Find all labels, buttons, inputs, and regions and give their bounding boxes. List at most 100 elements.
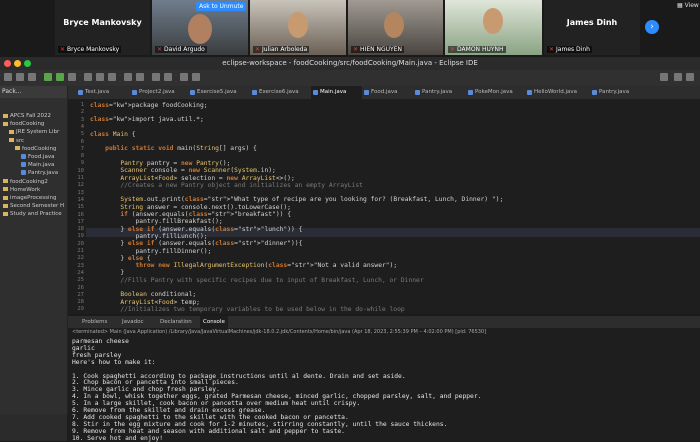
status-area [0, 414, 67, 441]
coverage-icon[interactable] [68, 73, 76, 81]
new-java-project-icon[interactable] [84, 73, 92, 81]
code-line: Pantry pantry = new Pantry(); [120, 159, 231, 167]
new-icon[interactable] [4, 73, 12, 81]
save-icon[interactable] [16, 73, 24, 81]
tree-item[interactable]: src [9, 137, 24, 145]
close-window-icon[interactable] [4, 60, 11, 67]
tree-item-label: foodCooking [22, 145, 57, 152]
tree-item-label: Study and Practice [10, 211, 62, 218]
code-line: pantry.fillLunch(); [90, 232, 208, 240]
tree-item[interactable]: Main.java [21, 161, 54, 169]
editor-tab[interactable]: Exercise6.java [250, 86, 311, 99]
tree-item[interactable]: foodCooking2 [3, 178, 48, 186]
folder-icon [3, 179, 8, 184]
editor-tab-label: Pantry.java [599, 89, 630, 95]
editor-tab[interactable]: Project2.java [130, 86, 188, 99]
java-file-icon [190, 90, 195, 95]
tree-item[interactable]: Food.java [21, 153, 54, 161]
search-icon[interactable] [660, 73, 668, 81]
forward-icon[interactable] [192, 73, 200, 81]
tree-item[interactable]: imageProcessing [3, 194, 57, 202]
perspective-icon[interactable] [674, 73, 682, 81]
java-file-icon [313, 90, 318, 95]
tree-item[interactable]: JRE System Libr [9, 128, 59, 136]
participant-video [188, 14, 212, 44]
run-icon[interactable] [56, 73, 64, 81]
panel-tab[interactable]: Problems [82, 316, 107, 328]
chevron-right-icon[interactable]: › [645, 20, 659, 34]
panel-tab[interactable]: Console [200, 316, 228, 328]
participant-name: Bryce Mankovsky [63, 18, 142, 27]
java-file-icon [592, 90, 597, 95]
minimize-window-icon[interactable] [14, 60, 21, 67]
java-file-icon [364, 90, 369, 95]
editor-tab[interactable]: Main.java [311, 86, 362, 99]
tree-item[interactable]: Study and Practice [3, 210, 62, 218]
editor-tab[interactable]: Pantry.java [590, 86, 650, 99]
participant-tile[interactable]: ✕ HIEN NGUYEN [348, 0, 443, 55]
java-file-icon [527, 90, 532, 95]
folder-icon [3, 187, 8, 192]
new-class-icon[interactable] [108, 73, 116, 81]
tree-item[interactable]: foodCooking [3, 120, 44, 128]
participant-video [483, 8, 503, 34]
maximize-window-icon[interactable] [24, 60, 31, 67]
participant-label: ✕ HIEN NGUYEN [351, 46, 404, 53]
panel-tab[interactable]: Declaration [160, 316, 192, 328]
code-editor[interactable]: 1 2 3 4 5 6 7 8 9 10 11 12 13 14 15 16 17 18 19 20 21 22 23 24 2… [68, 99, 700, 314]
tree-item-label: Food.java [28, 154, 55, 160]
code-line: //Creates a new Pantry object and initia… [90, 181, 363, 189]
editor-tab[interactable]: Food.java [362, 86, 413, 99]
tree-item-label: APCS Fall 2022 [10, 113, 51, 119]
editor-tab[interactable]: Test.java [76, 86, 130, 99]
code-line: Boolean conditional; [120, 291, 197, 299]
panel-tab[interactable]: Javadoc [122, 316, 144, 328]
console-line: Here's how to make it: [72, 358, 156, 366]
editor-tab[interactable]: Exercise5.java [188, 86, 250, 99]
participant-tile[interactable]: ✕ DAMON HUYNH [445, 0, 542, 55]
tree-item-label: imageProcessing [10, 195, 57, 201]
next-annotation-icon[interactable] [152, 73, 160, 81]
participant-label: ✕ DAMON HUYNH [448, 46, 506, 53]
participant-tile[interactable]: James Dinh ✕ James Dinh [544, 0, 640, 55]
tree-item[interactable]: HomeWork [3, 186, 40, 194]
debug-icon[interactable] [44, 73, 52, 81]
save-all-icon[interactable] [28, 73, 36, 81]
participant-tile[interactable]: Bryce Mankovsky ✕ Bryce Mankovsky [55, 0, 150, 55]
view-button[interactable]: ▦ View [677, 2, 699, 9]
back-icon[interactable] [180, 73, 188, 81]
tree-item[interactable]: APCS Fall 2022 [3, 112, 51, 120]
zoom-participant-strip: Bryce Mankovsky ✕ Bryce Mankovsky ✕ David … [0, 0, 700, 57]
editor-tab[interactable]: Pantry.java [413, 86, 466, 99]
editor-tab[interactable]: PokeMon.java [466, 86, 525, 99]
code-line: } else if (answer.equals(class="str">"lu… [90, 225, 303, 233]
participant-tile[interactable]: ✕ Julian Arboleda [250, 0, 346, 55]
folder-icon [9, 138, 14, 143]
ask-to-unmute-button[interactable]: Ask to Unmute [196, 2, 247, 11]
open-type-icon[interactable] [124, 73, 132, 81]
window-title: eclipse-workspace - foodCooking/src/food… [222, 59, 478, 67]
folder-icon [3, 113, 8, 118]
java-file-icon [78, 90, 83, 95]
code-line: class="kw">import java.util.*; [90, 116, 204, 124]
java-perspective-icon[interactable] [686, 73, 694, 81]
code-line: String answer = console.next().toLowerCa… [120, 203, 291, 211]
code-line: } [90, 269, 125, 277]
tree-item[interactable]: Second Semester H [3, 202, 64, 210]
code-content: class="kw">package foodCooking; class="kw… [68, 99, 700, 314]
new-package-icon[interactable] [96, 73, 104, 81]
java-file-icon [21, 170, 26, 176]
muted-mic-icon: ✕ [255, 46, 261, 53]
tree-item[interactable]: Pantry.java [21, 169, 58, 177]
tree-item[interactable]: foodCooking [15, 145, 56, 153]
editor-tab[interactable]: HelloWorld.java [525, 86, 590, 99]
search-icon[interactable] [136, 73, 144, 81]
bottom-panel: Problems Javadoc Declaration Console <termi… [68, 316, 700, 442]
editor-tab-label: Exercise6.java [259, 89, 299, 95]
previous-annotation-icon[interactable] [164, 73, 172, 81]
code-line: pantry.fillBreakfast(); [90, 218, 223, 226]
editor-tab-label: Project2.java [139, 89, 175, 95]
tree-item-label: Main.java [28, 162, 55, 169]
muted-mic-icon: ✕ [60, 46, 66, 53]
participant-label: ✕ James Dinh [547, 46, 592, 53]
